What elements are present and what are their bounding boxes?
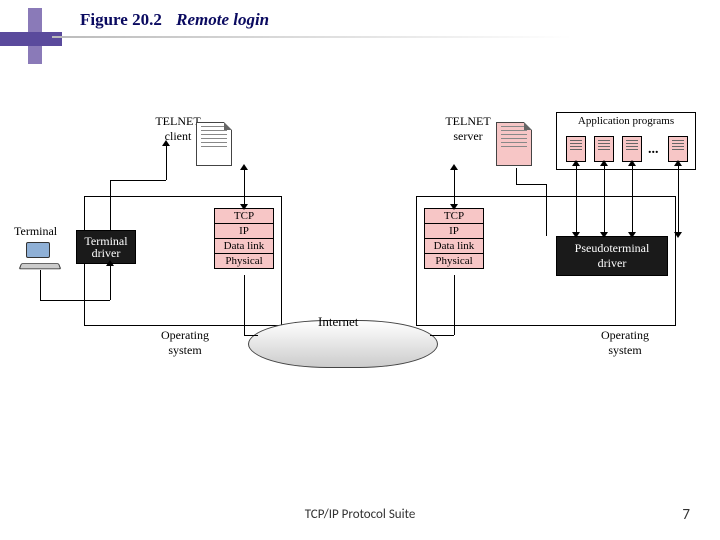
page-number: 7	[682, 506, 690, 524]
client-stack-tcp: TCP	[215, 209, 273, 224]
header-rule	[52, 36, 572, 38]
client-os-label: Operating system	[150, 328, 220, 358]
server-os-label: Operating system	[590, 328, 660, 358]
telnet-server-label: TELNET server	[438, 114, 498, 144]
logo-horizontal-bar	[0, 32, 62, 46]
figure-number: Figure 20.2	[80, 10, 162, 29]
internet-label: Internet	[318, 314, 358, 330]
ellipsis: ...	[648, 142, 659, 158]
slide-header: Figure 20.2 Remote login	[0, 8, 720, 68]
server-stack: TCP IP Data link Physical	[424, 208, 484, 269]
app-icon-3	[622, 136, 642, 162]
server-stack-datalink: Data link	[425, 239, 483, 254]
laptop-icon	[20, 242, 60, 270]
server-stack-physical: Physical	[425, 254, 483, 268]
app-icon-2	[594, 136, 614, 162]
footer-text: TCP/IP Protocol Suite	[0, 507, 720, 522]
figure-title: Figure 20.2 Remote login	[80, 10, 269, 30]
client-stack-datalink: Data link	[215, 239, 273, 254]
terminal-driver-box: Terminal driver	[76, 230, 136, 264]
server-stack-ip: IP	[425, 224, 483, 239]
app-icon-n	[668, 136, 688, 162]
client-page-icon	[196, 122, 232, 166]
client-stack-ip: IP	[215, 224, 273, 239]
app-icon-1	[566, 136, 586, 162]
server-page-icon	[496, 122, 532, 166]
server-stack-tcp: TCP	[425, 209, 483, 224]
client-stack-physical: Physical	[215, 254, 273, 268]
figure-caption: Remote login	[176, 10, 269, 29]
client-stack: TCP IP Data link Physical	[214, 208, 274, 269]
pseudoterminal-driver-box: Pseudoterminal driver	[556, 236, 668, 276]
app-programs-label: Application programs	[557, 113, 695, 127]
remote-login-diagram: Terminal Terminal driver TELNET client T…	[0, 120, 720, 450]
terminal-label: Terminal	[14, 224, 57, 239]
